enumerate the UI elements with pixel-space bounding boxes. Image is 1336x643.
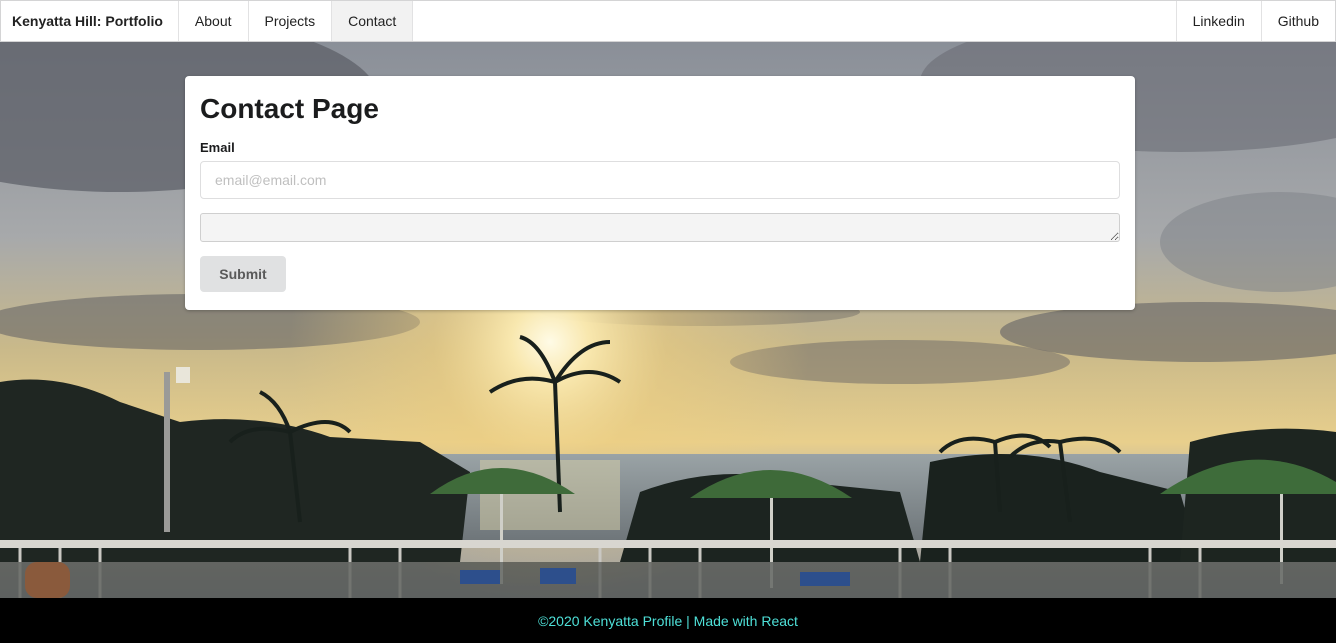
message-input[interactable] — [200, 213, 1120, 242]
footer: ©2020 Kenyatta Profile | Made with React — [0, 598, 1336, 643]
email-label: Email — [200, 140, 235, 155]
top-nav: Kenyatta Hill: Portfolio About Projects … — [0, 0, 1336, 42]
contact-card: Contact Page Email Submit — [185, 76, 1135, 310]
nav-item-linkedin[interactable]: Linkedin — [1175, 1, 1261, 41]
email-input[interactable] — [200, 161, 1120, 199]
nav-item-about[interactable]: About — [179, 1, 249, 41]
nav-item-github[interactable]: Github — [1260, 1, 1335, 41]
page-title: Contact Page — [200, 93, 379, 124]
submit-button[interactable]: Submit — [200, 256, 286, 292]
footer-text: ©2020 Kenyatta Profile | Made with React — [538, 612, 798, 629]
nav-item-contact[interactable]: Contact — [332, 1, 414, 41]
nav-item-projects[interactable]: Projects — [249, 1, 333, 41]
nav-right-menu: Linkedin Github — [1175, 1, 1335, 41]
nav-brand[interactable]: Kenyatta Hill: Portfolio — [1, 1, 179, 41]
